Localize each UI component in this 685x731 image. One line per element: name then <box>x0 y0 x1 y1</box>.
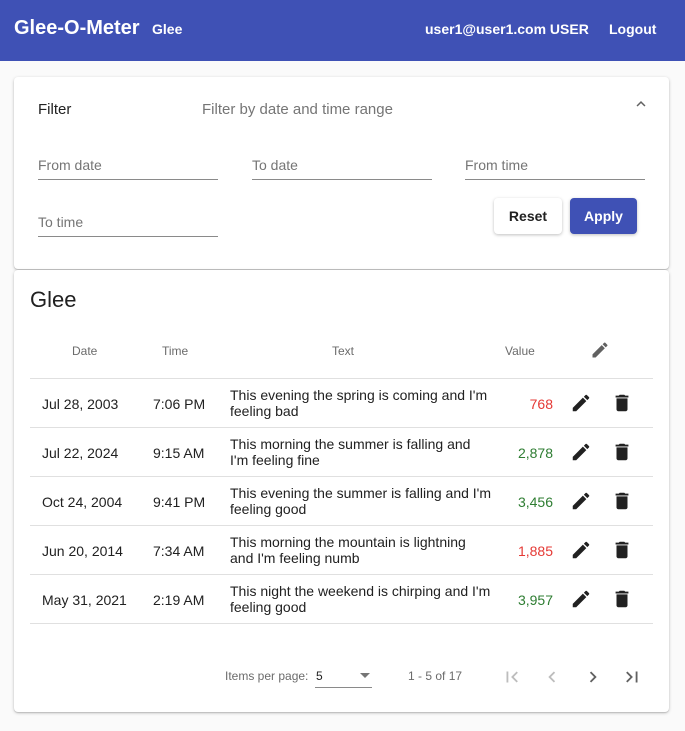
page-title: Glee <box>30 287 77 312</box>
user-info: user1@user1.com USER <box>425 21 589 37</box>
table-divider <box>30 623 653 624</box>
pencil-icon[interactable] <box>570 539 592 561</box>
cell-date: May 31, 2021 <box>42 592 127 608</box>
cell-date: Jul 22, 2024 <box>42 445 119 461</box>
chevron-up-icon[interactable] <box>632 95 650 113</box>
apply-button[interactable]: Apply <box>570 198 637 234</box>
last-page-icon[interactable] <box>621 666 643 688</box>
from-date-label: From date <box>38 157 102 173</box>
first-page-icon[interactable] <box>501 666 523 688</box>
to-time-field[interactable]: To time <box>38 207 218 237</box>
table-row: Oct 24, 2004 9:41 PM This evening the su… <box>30 476 653 525</box>
table-row: Jun 20, 2014 7:34 AM This morning the mo… <box>30 525 653 574</box>
pencil-icon[interactable] <box>570 588 592 610</box>
page-range-label: 1 - 5 of 17 <box>408 669 463 683</box>
items-per-page-label: Items per page: <box>225 669 309 683</box>
pencil-icon[interactable] <box>590 340 610 360</box>
cell-time: 9:41 PM <box>153 494 206 510</box>
reset-button[interactable]: Reset <box>494 198 562 234</box>
column-header-text: Text <box>332 344 355 358</box>
column-header-date: Date <box>72 344 98 358</box>
to-date-field[interactable]: To date <box>252 150 432 180</box>
table-row: Jul 28, 2003 7:06 PM This evening the sp… <box>30 378 653 427</box>
from-time-field[interactable]: From time <box>465 150 645 180</box>
filter-panel-title[interactable]: Filter <box>38 101 71 118</box>
cell-value: 3,456 <box>517 494 553 510</box>
cell-text: This morning the summer is falling and I… <box>230 436 471 468</box>
table-row: Jul 22, 2024 9:15 AM This morning the su… <box>30 427 653 476</box>
cell-time: 2:19 AM <box>153 592 205 608</box>
filter-panel-description: Filter by date and time range <box>202 101 393 118</box>
cell-value: 3,957 <box>517 592 553 608</box>
cell-date: Jul 28, 2003 <box>42 396 119 412</box>
pencil-icon[interactable] <box>570 490 592 512</box>
cell-text: This night the weekend is chirping and I… <box>230 583 491 615</box>
cell-text: This morning the mountain is lightning a… <box>230 534 466 566</box>
cell-time: 7:34 AM <box>153 543 205 559</box>
top-toolbar: Glee-O-Meter Glee user1@user1.com USER L… <box>0 0 685 61</box>
to-date-label: To date <box>252 157 298 173</box>
cell-text: This evening the spring is coming and I'… <box>230 387 488 419</box>
table-row: May 31, 2021 2:19 AM This night the week… <box>30 574 653 623</box>
filter-panel: Filter Filter by date and time range Fro… <box>14 77 669 269</box>
cell-time: 9:15 AM <box>153 445 205 461</box>
cell-value: 768 <box>529 396 553 412</box>
trash-icon[interactable] <box>611 392 633 414</box>
trash-icon[interactable] <box>611 588 633 610</box>
cell-time: 7:06 PM <box>153 396 206 412</box>
app-title[interactable]: Glee-O-Meter <box>14 17 140 40</box>
chevron-left-icon[interactable] <box>541 666 563 688</box>
trash-icon[interactable] <box>611 490 633 512</box>
column-header-value: Value <box>505 344 535 358</box>
glee-table-card: Glee Date Time Text Value Jul 28, 2003 7… <box>14 270 669 712</box>
cell-date: Jun 20, 2014 <box>42 543 123 559</box>
cell-text: This evening the summer is falling and I… <box>230 485 492 517</box>
cell-value: 1,885 <box>517 543 553 559</box>
page-size-value: 5 <box>316 669 323 683</box>
nav-link-glee[interactable]: Glee <box>152 21 182 37</box>
pencil-icon[interactable] <box>570 441 592 463</box>
cell-value: 2,878 <box>517 445 553 461</box>
cell-date: Oct 24, 2004 <box>42 494 123 510</box>
chevron-right-icon[interactable] <box>582 666 604 688</box>
from-date-field[interactable]: From date <box>38 150 218 180</box>
page-size-select[interactable]: 5 <box>315 663 372 688</box>
from-time-label: From time <box>465 157 528 173</box>
dropdown-arrow-icon <box>360 673 370 678</box>
to-time-label: To time <box>38 214 84 230</box>
trash-icon[interactable] <box>611 441 633 463</box>
logout-button[interactable]: Logout <box>609 21 656 37</box>
trash-icon[interactable] <box>611 539 633 561</box>
column-header-time: Time <box>162 344 189 358</box>
pencil-icon[interactable] <box>570 392 592 414</box>
